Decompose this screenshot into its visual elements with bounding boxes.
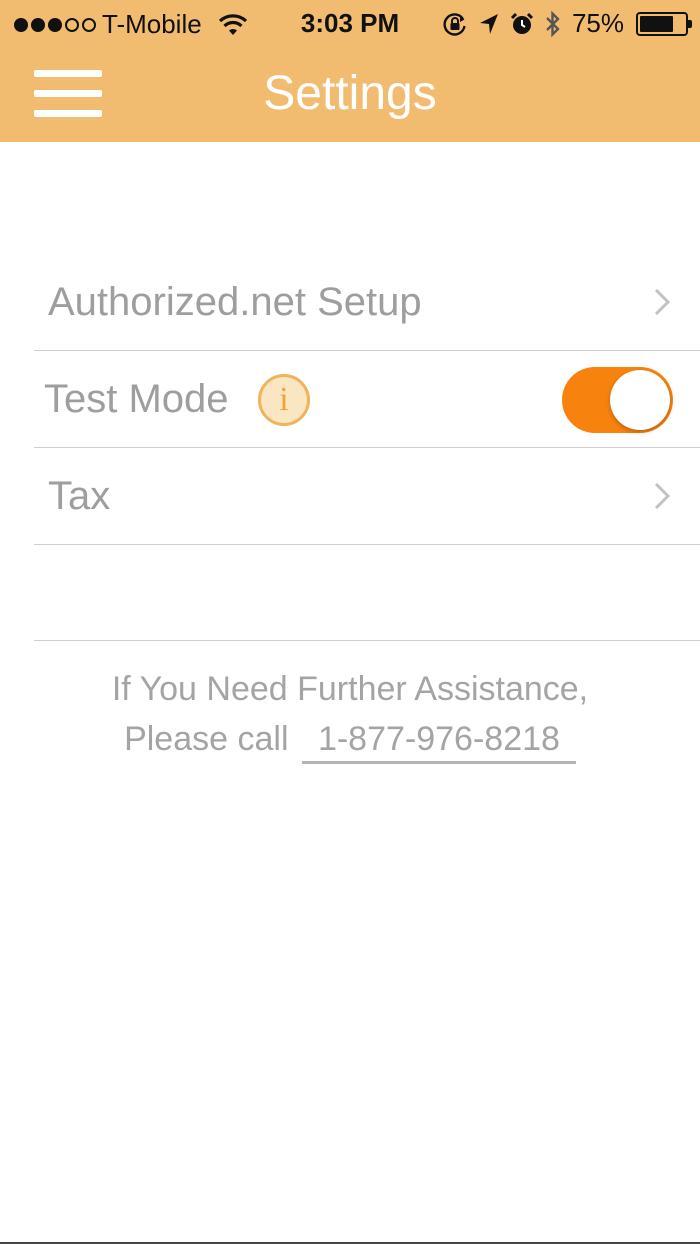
phone-number-link[interactable]: 1-877-976-8218 [301, 717, 576, 764]
settings-list: Authorized.net Setup Test Mode i Tax [0, 254, 700, 641]
rotation-lock-icon [443, 12, 466, 36]
settings-item-authorized-net-setup[interactable]: Authorized.net Setup [34, 254, 700, 351]
assistance-call-line: Please call 1-877-976-8218 [0, 714, 700, 764]
settings-item-label: Test Mode [44, 377, 229, 421]
call-prefix: Please call [124, 720, 289, 758]
status-right: 75% [442, 8, 692, 39]
header-background: T-Mobile 3:03 PM 75% Settings [0, 0, 700, 142]
navigation-bar: Settings [0, 48, 700, 142]
settings-screen: T-Mobile 3:03 PM 75% Settings Authorized… [0, 0, 700, 1244]
alarm-icon [510, 12, 534, 34]
assistance-line: If You Need Further Assistance, [111, 670, 589, 708]
battery-percentage: 75% [571, 8, 624, 38]
settings-item-test-mode: Test Mode i [34, 351, 700, 448]
battery-tip [688, 19, 692, 28]
chevron-right-icon [654, 482, 670, 510]
battery-icon [636, 11, 692, 36]
info-icon[interactable]: i [258, 374, 310, 426]
chevron-right-icon [654, 288, 670, 316]
bluetooth-icon [546, 10, 560, 37]
assistance-message: If You Need Further Assistance, Please c… [0, 664, 700, 764]
toggle-knob [610, 370, 670, 430]
settings-item-label: Tax [48, 474, 111, 518]
location-arrow-icon [479, 13, 498, 34]
settings-item-label: Authorized.net Setup [48, 280, 422, 324]
status-bar: T-Mobile 3:03 PM 75% [0, 0, 700, 48]
settings-item-tax[interactable]: Tax [34, 448, 700, 545]
list-divider [34, 545, 700, 641]
page-title: Settings [263, 67, 437, 120]
test-mode-toggle[interactable] [562, 367, 673, 433]
battery-fill [640, 15, 673, 32]
